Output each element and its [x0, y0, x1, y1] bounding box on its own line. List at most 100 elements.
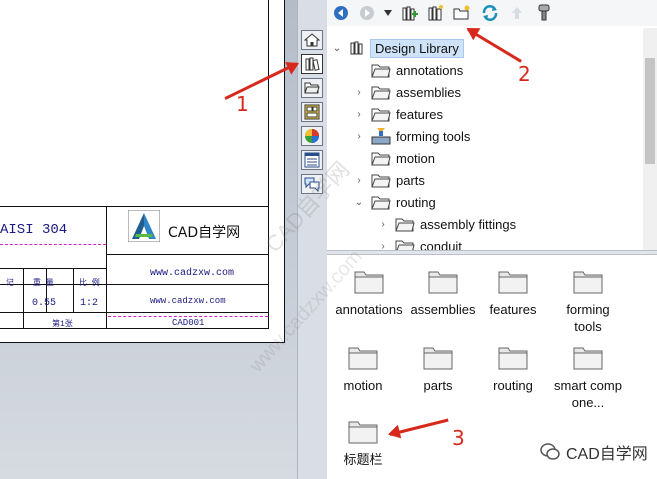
header-scale: 比 例: [79, 279, 100, 288]
folder-label: features: [489, 302, 537, 317]
tree-item[interactable]: motion: [353, 147, 435, 169]
design-library-tab[interactable]: [301, 54, 323, 74]
expand-chevron-icon[interactable]: ›: [353, 109, 365, 120]
folder-icon: [371, 64, 391, 78]
pane-toolbar: [327, 0, 657, 26]
website-text-2: www.cadzxw.com: [150, 296, 226, 306]
material-label: AISI 304: [0, 222, 68, 238]
tree-item[interactable]: › assembly fittings: [377, 213, 516, 235]
task-pane-tabs: [297, 0, 329, 479]
tree-item-label: forming tools: [396, 128, 471, 144]
expand-chevron-icon[interactable]: ›: [353, 87, 365, 98]
folder-icon: [498, 271, 528, 294]
website-text-1: www.cadzxw.com: [150, 268, 235, 279]
add-file-location-button[interactable]: [425, 3, 447, 23]
tree-item[interactable]: › assemblies: [353, 81, 461, 103]
autodesk-logo-icon: [128, 210, 160, 242]
expand-chevron-icon[interactable]: ›: [353, 175, 365, 186]
tree-item[interactable]: › parts: [353, 169, 425, 191]
home-icon: [304, 33, 320, 47]
tree-item[interactable]: annotations: [353, 59, 463, 81]
folder-tile[interactable]: forming tools: [548, 268, 628, 335]
tree-item[interactable]: ⌄ routing: [353, 191, 436, 213]
forward-button[interactable]: [357, 3, 377, 23]
tree-item[interactable]: › forming tools: [353, 125, 470, 147]
tree-scrollbar[interactable]: [643, 28, 657, 250]
dropdown-icon: [384, 10, 392, 16]
refresh-button[interactable]: [479, 3, 501, 23]
folder-icon: [371, 86, 391, 100]
drawing-number: CAD001: [172, 318, 205, 328]
back-button[interactable]: [331, 3, 351, 23]
folder-tile[interactable]: assemblies: [403, 268, 483, 318]
folder-label: assemblies: [410, 302, 476, 317]
design-library-tree[interactable]: ⌄ Design Library annotations › assemblie…: [327, 28, 643, 250]
history-dropdown[interactable]: [381, 3, 395, 23]
design-library-icon: [350, 41, 363, 55]
options-icon: [538, 4, 550, 21]
folder-icon: [354, 271, 384, 294]
folder-label: routing: [493, 378, 533, 393]
folder-label: forming tools: [566, 302, 610, 334]
folder-icon: [395, 218, 415, 232]
tree-item[interactable]: › conduit: [377, 235, 462, 250]
wechat-icon: [540, 443, 560, 460]
folder-tile[interactable]: motion: [323, 344, 403, 394]
folder-icon: [498, 347, 528, 370]
folder-icon: [395, 240, 415, 250]
drawing-area[interactable]: AISI 304 CAD自学网 www.cadzxw.com www.cadzx…: [0, 0, 297, 479]
home-tab[interactable]: [301, 30, 323, 50]
folder-icon: [371, 108, 391, 122]
back-icon: [334, 6, 348, 20]
tree-item-label: conduit: [420, 238, 462, 251]
annotation-number-2: 2: [518, 62, 531, 86]
add-to-library-button[interactable]: [399, 3, 421, 23]
folder-icon: [348, 347, 378, 370]
folder-label: parts: [423, 378, 453, 393]
new-folder-icon: [453, 5, 470, 20]
expand-chevron-icon[interactable]: ›: [377, 241, 389, 251]
folder-icon: [428, 271, 458, 294]
folder-label: smart compone...: [554, 378, 622, 410]
header-ji: 记: [6, 279, 14, 288]
design-library-icon: [305, 57, 320, 71]
create-new-folder-button[interactable]: [451, 3, 473, 23]
folder-tile[interactable]: features: [473, 268, 553, 318]
folder-icon: [423, 347, 453, 370]
logo-text: CAD自学网: [168, 225, 241, 241]
folder-icon: [371, 196, 391, 210]
folder-tile[interactable]: smart compone...: [548, 344, 628, 411]
appearances-tab[interactable]: [301, 126, 323, 146]
expand-chevron-icon[interactable]: ⌄: [331, 43, 343, 54]
tree-scrollbar-thumb[interactable]: [645, 58, 655, 164]
watermark-text: CAD自学网: [566, 446, 648, 463]
expand-chevron-icon[interactable]: ›: [377, 219, 389, 230]
wechat-watermark: CAD自学网: [540, 440, 648, 464]
file-explorer-tab[interactable]: [301, 78, 323, 98]
scale-value: 1:2: [80, 298, 99, 309]
up-icon: [512, 7, 522, 19]
tree-item[interactable]: › features: [353, 103, 443, 125]
forming-tools-icon: [371, 128, 391, 145]
folder-tile[interactable]: parts: [398, 344, 478, 394]
annotation-number-1: 1: [236, 92, 249, 116]
tree-item-label: assembly fittings: [420, 216, 517, 232]
folder-open-icon: [304, 82, 320, 94]
folder-label: annotations: [335, 302, 403, 317]
expand-chevron-icon[interactable]: ⌄: [353, 197, 365, 208]
up-one-level-button[interactable]: [507, 3, 527, 23]
folder-tile[interactable]: routing: [473, 344, 553, 394]
tree-root-label: Design Library: [370, 38, 464, 58]
add-library-icon: [402, 6, 418, 21]
forward-icon: [360, 6, 374, 20]
folder-label: 标题栏: [343, 452, 383, 467]
tree-item-label: annotations: [396, 62, 464, 78]
expand-chevron-icon[interactable]: ›: [353, 131, 365, 142]
pane-splitter[interactable]: [327, 250, 657, 255]
options-button[interactable]: [533, 3, 555, 23]
weight-value: 0.55: [32, 298, 57, 309]
tree-item-label: parts: [396, 172, 425, 188]
folder-icon: [348, 421, 378, 444]
view-palette-tab[interactable]: [301, 102, 323, 122]
tree-root[interactable]: ⌄ Design Library: [331, 37, 464, 59]
